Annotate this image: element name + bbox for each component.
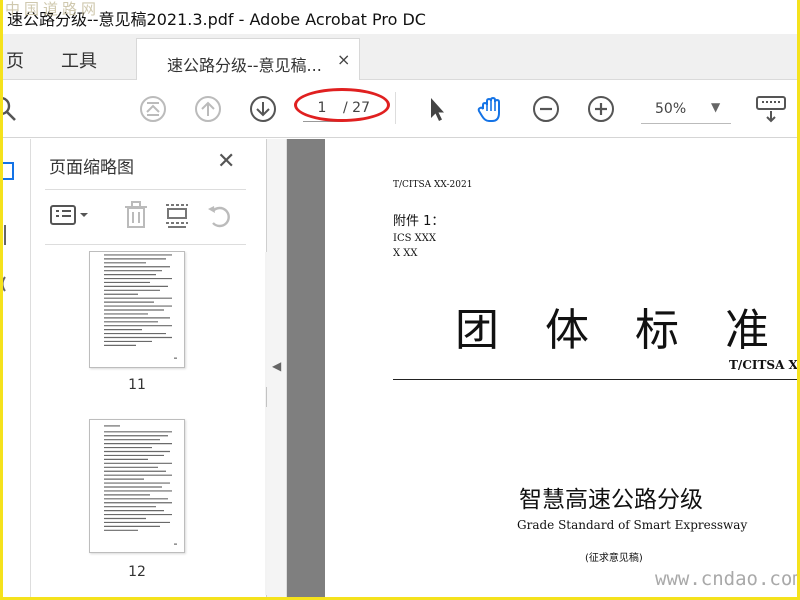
zoom-in-icon[interactable] (584, 92, 618, 126)
previous-page-icon[interactable] (191, 92, 225, 126)
document-code: T/CITSA X (729, 358, 798, 372)
thumbnail-text-lines (104, 254, 177, 359)
watermark-bottom-right: www.cndao.com (655, 568, 800, 590)
document-page: T/CITSA XX-2021 附件 1： ICS XXX X XX 团体标准 … (325, 139, 800, 597)
thumbnail-label: 12 (128, 564, 146, 580)
delete-icon[interactable] (121, 199, 151, 231)
standard-number: T/CITSA XX-2021 (393, 180, 473, 190)
panel-close-icon[interactable]: ✕ (217, 149, 235, 174)
title-bar: 速公路分级--意见稿2021.3.pdf - Adobe Acrobat Pro… (3, 0, 797, 34)
hand-tool-icon[interactable] (474, 92, 508, 126)
attachment-label: 附件 1： (393, 214, 445, 229)
panel-separator (45, 189, 246, 190)
page-thumbnails-panel: 页面缩略图 ✕ 11 12 (31, 139, 283, 597)
tab-document-label: 速公路分级--意见稿... (167, 56, 322, 75)
tab-home[interactable]: 页 (6, 47, 24, 73)
thumbnail-text-lines (104, 425, 177, 545)
collapse-arrow-icon[interactable]: ◀ (272, 359, 281, 373)
chevron-down-icon: ▼ (711, 100, 721, 114)
header-rule (393, 379, 797, 380)
thumbnail-options-icon[interactable] (49, 199, 93, 231)
page-thumbnails-icon[interactable] (0, 161, 17, 181)
document-title-en: Grade Standard of Smart Expressway (517, 518, 748, 532)
document-big-title: 团体标准 (455, 305, 800, 356)
highlight-ring (294, 88, 390, 122)
navigation-strip (0, 139, 31, 597)
draft-note: (征求意见稿) (585, 553, 643, 564)
panel-collapse-bar[interactable]: ◀ (267, 139, 287, 597)
toolbar-divider (395, 92, 396, 124)
bookmark-icon[interactable] (0, 223, 17, 247)
ics-code: ICS XXX (393, 233, 436, 244)
zoom-out-icon[interactable] (529, 92, 563, 126)
toolbar: 1 / 27 50% ▼ (3, 80, 797, 138)
tab-bar: 页 工具 速公路分级--意见稿... × (3, 34, 797, 81)
attachment-icon[interactable] (0, 274, 17, 294)
tab-tools[interactable]: 工具 (61, 47, 97, 73)
tab-document[interactable]: 速公路分级--意见稿... × (136, 38, 360, 81)
select-tool-icon[interactable] (419, 92, 453, 126)
panel-title: 页面缩略图 (49, 158, 134, 178)
close-tab-icon[interactable]: × (337, 50, 350, 69)
zoom-value: 50% (655, 101, 687, 117)
document-title-cn: 智慧高速公路分级 (519, 487, 703, 513)
panel-separator-2 (45, 244, 246, 245)
first-page-icon[interactable] (136, 92, 170, 126)
zoom-select[interactable]: 50% ▼ (641, 96, 731, 124)
thumbnail-page-11[interactable] (89, 251, 185, 368)
extract-pages-icon[interactable] (162, 199, 192, 231)
keyboard-icon[interactable] (754, 92, 788, 126)
search-icon[interactable] (3, 92, 23, 126)
classification-code: X XX (393, 248, 418, 259)
thumbnail-list: 11 12 (45, 251, 237, 597)
thumbnail-page-12[interactable] (89, 419, 185, 553)
next-page-icon[interactable] (246, 92, 280, 126)
watermark-top-left: 中国道路网 (5, 0, 101, 18)
thumbnail-label: 11 (128, 377, 146, 393)
screenshot-frame: 中国道路网 速公路分级--意见稿2021.3.pdf - Adobe Acrob… (0, 0, 800, 600)
rotate-icon[interactable] (204, 199, 234, 231)
